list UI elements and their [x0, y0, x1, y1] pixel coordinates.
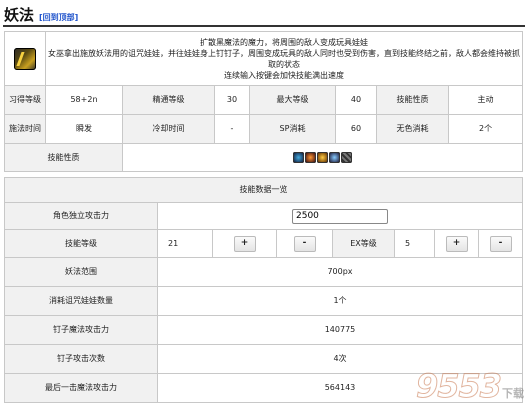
skill-nature-value: 主动: [447, 85, 524, 115]
lightning-icon: [329, 152, 341, 163]
swirl-icon: [317, 152, 329, 163]
section-header: 妖法 [回到顶部]: [4, 4, 78, 24]
crystal-cost-label: 无色消耗: [376, 114, 449, 144]
skill-info-table: 扩散黑魔法的魔力，将周围的敌人变成玩具娃娃 女巫拿出施放妖法用的诅咒娃娃，并往娃…: [4, 31, 524, 172]
title-divider: [3, 25, 525, 27]
ex-level-minus-button[interactable]: -: [489, 235, 512, 252]
skill-level-plus-cell: +: [212, 229, 277, 258]
site-watermark: 9553 下载: [415, 367, 524, 405]
data-row-value: 140775: [157, 315, 523, 345]
back-to-top-link[interactable]: [回到顶部]: [39, 12, 78, 23]
skill-nature-label: 技能性质: [376, 85, 449, 115]
crystal-cost-value: 2个: [447, 114, 524, 144]
ex-level-value: 5: [394, 229, 435, 258]
data-row-label: 钉子魔法攻击力: [4, 315, 158, 345]
max-level-label: 最大等级: [249, 85, 336, 115]
learn-level-value: 58+2n: [45, 85, 123, 115]
data-row-value: 700px: [157, 257, 523, 287]
back-to-top-label[interactable]: 回到顶部: [43, 13, 75, 22]
wand-skill-icon: [14, 47, 36, 70]
description-line: 女巫拿出施放妖法用的诅咒娃娃，并往娃娃身上钉钉子，周围变成玩具的敌人同时也受到伤…: [48, 48, 521, 69]
data-row-label: 消耗诅咒娃娃数量: [4, 286, 158, 316]
data-row-value: 1个: [157, 286, 523, 316]
sp-cost-value: 60: [335, 114, 377, 144]
mastery-level-value: 30: [214, 85, 250, 115]
cooldown-value: -: [214, 114, 250, 144]
cast-time-label: 施法时间: [4, 114, 46, 144]
character-attack-input[interactable]: [292, 208, 388, 224]
fire-icon: [305, 152, 317, 163]
description-line: 扩散黑魔法的魔力，将周围的敌人变成玩具娃娃: [200, 37, 369, 47]
skill-description: 扩散黑魔法的魔力，将周围的敌人变成玩具娃娃 女巫拿出施放妖法用的诅咒娃娃，并往娃…: [44, 31, 524, 86]
character-attack-cell: [157, 202, 523, 230]
skill-level-label: 技能等级: [4, 229, 158, 258]
sp-cost-label: SP消耗: [249, 114, 336, 144]
attribute-label: 技能性质: [4, 143, 123, 172]
learn-level-label: 习得等级: [4, 85, 46, 115]
data-row-label: 钉子攻击次数: [4, 344, 158, 374]
skill-level-minus-button[interactable]: -: [293, 235, 316, 252]
data-row-label: 最后一击魔法攻击力: [4, 373, 158, 403]
frost-icon: [293, 152, 305, 163]
data-section-title: 技能数据一览: [4, 177, 523, 203]
ex-level-plus-button[interactable]: +: [445, 235, 468, 252]
data-row-label: 妖法范围: [4, 257, 158, 287]
skill-level-minus-cell: -: [276, 229, 333, 258]
character-attack-label: 角色独立攻击力: [4, 202, 158, 230]
ex-level-minus-cell: -: [478, 229, 523, 258]
watermark-number: 9553: [415, 367, 502, 405]
cooldown-label: 冷却时间: [122, 114, 215, 144]
cast-time-value: 瞬发: [45, 114, 123, 144]
watermark-text: 下载: [502, 387, 524, 400]
skill-level-plus-button[interactable]: +: [233, 235, 256, 252]
skill-title: 妖法: [4, 6, 35, 24]
max-level-value: 40: [335, 85, 377, 115]
attribute-icons-cell: [121, 143, 524, 172]
mastery-level-label: 精通等级: [122, 85, 215, 115]
description-line: 连续输入按键会加快技能满出速度: [224, 70, 345, 80]
ex-level-label: EX等级: [332, 229, 395, 258]
skill-level-value: 21: [157, 229, 213, 258]
skill-icon-cell: [4, 31, 46, 86]
ex-level-plus-cell: +: [434, 229, 479, 258]
grid-icon: [341, 152, 353, 163]
